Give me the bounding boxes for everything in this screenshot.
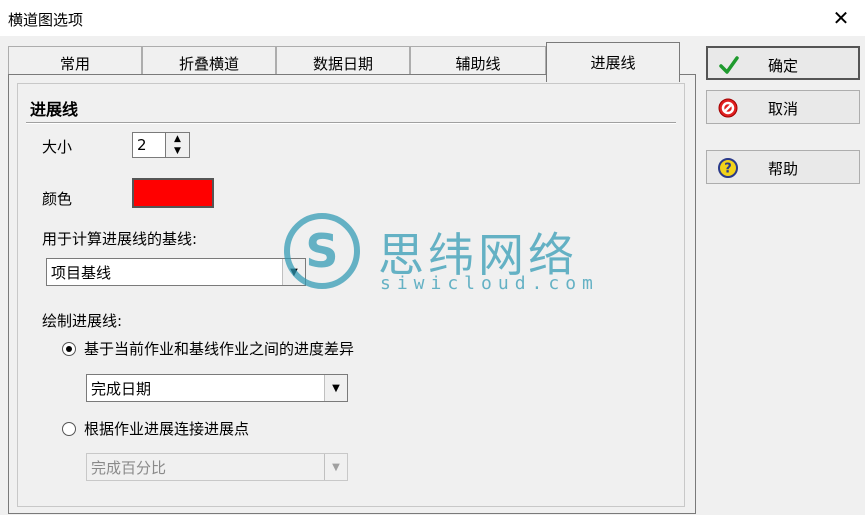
chevron-down-icon[interactable]: ▼ [324, 375, 347, 401]
baseline-select-value: 项目基线 [51, 264, 112, 282]
progress-line-group: 进展线 大小 2 ▲ ▼ 颜色 用于计算进展线的基线: 项目基线 ▼ 绘制进展线… [17, 83, 685, 507]
radio-schedule-variance[interactable] [62, 342, 76, 356]
title-bar: 横道图选项 ✕ [0, 0, 865, 36]
radio-connect-progress-points[interactable] [62, 422, 76, 436]
spin-down-icon[interactable]: ▼ [166, 145, 189, 157]
help-button-label: 帮助 [767, 160, 798, 178]
size-label: 大小 [42, 138, 73, 156]
size-input[interactable]: 2 [132, 132, 166, 158]
variance-field-select[interactable]: 完成日期 ▼ [86, 374, 348, 402]
section-divider [26, 122, 676, 124]
progress-field-select: 完成百分比 ▼ [86, 453, 348, 481]
baseline-label: 用于计算进展线的基线: [42, 230, 198, 248]
baseline-select[interactable]: 项目基线 ▼ [46, 258, 306, 286]
tab-progress-line[interactable]: 进展线 [546, 42, 680, 82]
ok-button-label: 确定 [767, 57, 798, 75]
help-button[interactable]: ? 帮助 [706, 150, 860, 184]
color-label: 颜色 [42, 190, 73, 208]
close-button[interactable]: ✕ [825, 4, 857, 32]
spin-up-icon[interactable]: ▲ [166, 133, 189, 145]
cancel-button[interactable]: 取消 [706, 90, 860, 124]
window-title: 横道图选项 [8, 11, 84, 29]
tab-panel: 进展线 大小 2 ▲ ▼ 颜色 用于计算进展线的基线: 项目基线 ▼ 绘制进展线… [8, 74, 696, 514]
close-icon: ✕ [832, 6, 850, 30]
chevron-down-icon[interactable]: ▼ [282, 259, 305, 285]
cancel-button-label: 取消 [767, 100, 798, 118]
radio-connect-progress-points-label[interactable]: 根据作业进展连接进展点 [84, 418, 249, 439]
progress-field-value: 完成百分比 [91, 459, 167, 477]
ok-button[interactable]: 确定 [706, 46, 860, 80]
color-swatch[interactable] [132, 178, 214, 208]
draw-label: 绘制进展线: [42, 312, 123, 330]
size-spinner[interactable]: ▲ ▼ [166, 132, 190, 158]
chevron-down-icon: ▼ [324, 454, 347, 480]
radio-schedule-variance-label[interactable]: 基于当前作业和基线作业之间的进度差异 [84, 338, 354, 359]
section-title: 进展线 [30, 100, 79, 119]
dialog-client: 常用 折叠横道 数据日期 辅助线 进展线 进展线 大小 2 ▲ ▼ 颜色 用于计… [0, 36, 865, 515]
variance-field-value: 完成日期 [91, 380, 152, 398]
